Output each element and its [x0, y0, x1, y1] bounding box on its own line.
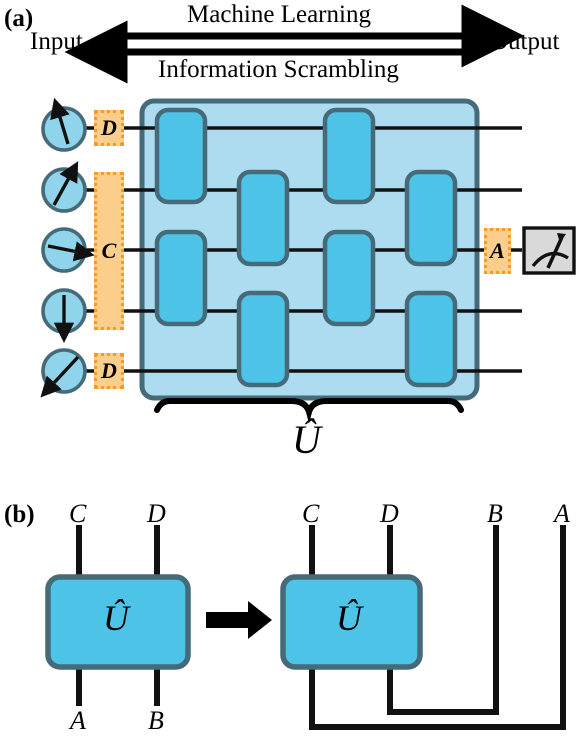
information-scrambling-label: Information Scrambling	[158, 56, 399, 83]
input-tag-c-label: C	[101, 238, 117, 263]
figure-root: (a) Machine Learning Information Scrambl…	[0, 0, 578, 742]
spin-circle-3	[41, 288, 87, 343]
machine-learning-label: Machine Learning	[187, 1, 371, 28]
gate-c2-w23	[322, 229, 376, 327]
gate-c2-w01	[322, 107, 376, 205]
transform-arrow	[206, 601, 272, 639]
d-to-b-bent-wire	[387, 664, 499, 715]
output-label: Output	[490, 28, 560, 55]
spin-circles	[40, 97, 95, 398]
c-to-a-bent-wire	[309, 664, 566, 730]
panel-b-tag: (b)	[4, 501, 35, 528]
left-top-leg-label-d: D	[147, 499, 166, 528]
input-tag-d-top: D	[94, 110, 124, 146]
input-label: Input	[30, 28, 83, 55]
gate-c3-w12	[404, 169, 458, 267]
gate-c3-w34	[404, 290, 458, 388]
gate-c1-w34	[236, 290, 290, 388]
gate-c1-w12	[236, 169, 290, 267]
left-bottom-leg-label-b: B	[148, 706, 164, 735]
input-tag-d-bottom-label: D	[101, 358, 117, 383]
output-tag-a-label: A	[490, 238, 505, 263]
right-top-leg-label-d: D	[380, 499, 399, 528]
spin-circle-1	[41, 161, 87, 213]
measurement-meter	[522, 226, 576, 275]
right-top-leg-label-b: B	[487, 499, 503, 528]
spin-circle-2	[41, 227, 95, 273]
output-tag-a: A	[484, 228, 511, 274]
input-tag-c: C	[94, 172, 124, 330]
input-tag-d-bottom: D	[94, 353, 124, 389]
unitary-label-a: Û	[292, 417, 321, 462]
right-top-leg-label-a: A	[554, 499, 570, 528]
unitary-brace	[154, 398, 464, 424]
left-top-leg-label-c: C	[69, 499, 87, 528]
right-unitary-box-label: Û	[336, 598, 362, 638]
right-top-leg-label-c: C	[302, 499, 320, 528]
left-bottom-leg-label-a: A	[70, 706, 86, 735]
spin-circle-4	[40, 348, 87, 398]
gate-c0-w23	[154, 229, 208, 327]
input-tag-d-top-label: D	[101, 115, 117, 140]
left-unitary-box-label: Û	[103, 598, 129, 638]
figure-canvas	[40, 4, 576, 730]
gate-c0-w01	[154, 107, 208, 205]
spin-circle-0	[41, 97, 87, 152]
panel-a-tag: (a)	[4, 5, 34, 32]
